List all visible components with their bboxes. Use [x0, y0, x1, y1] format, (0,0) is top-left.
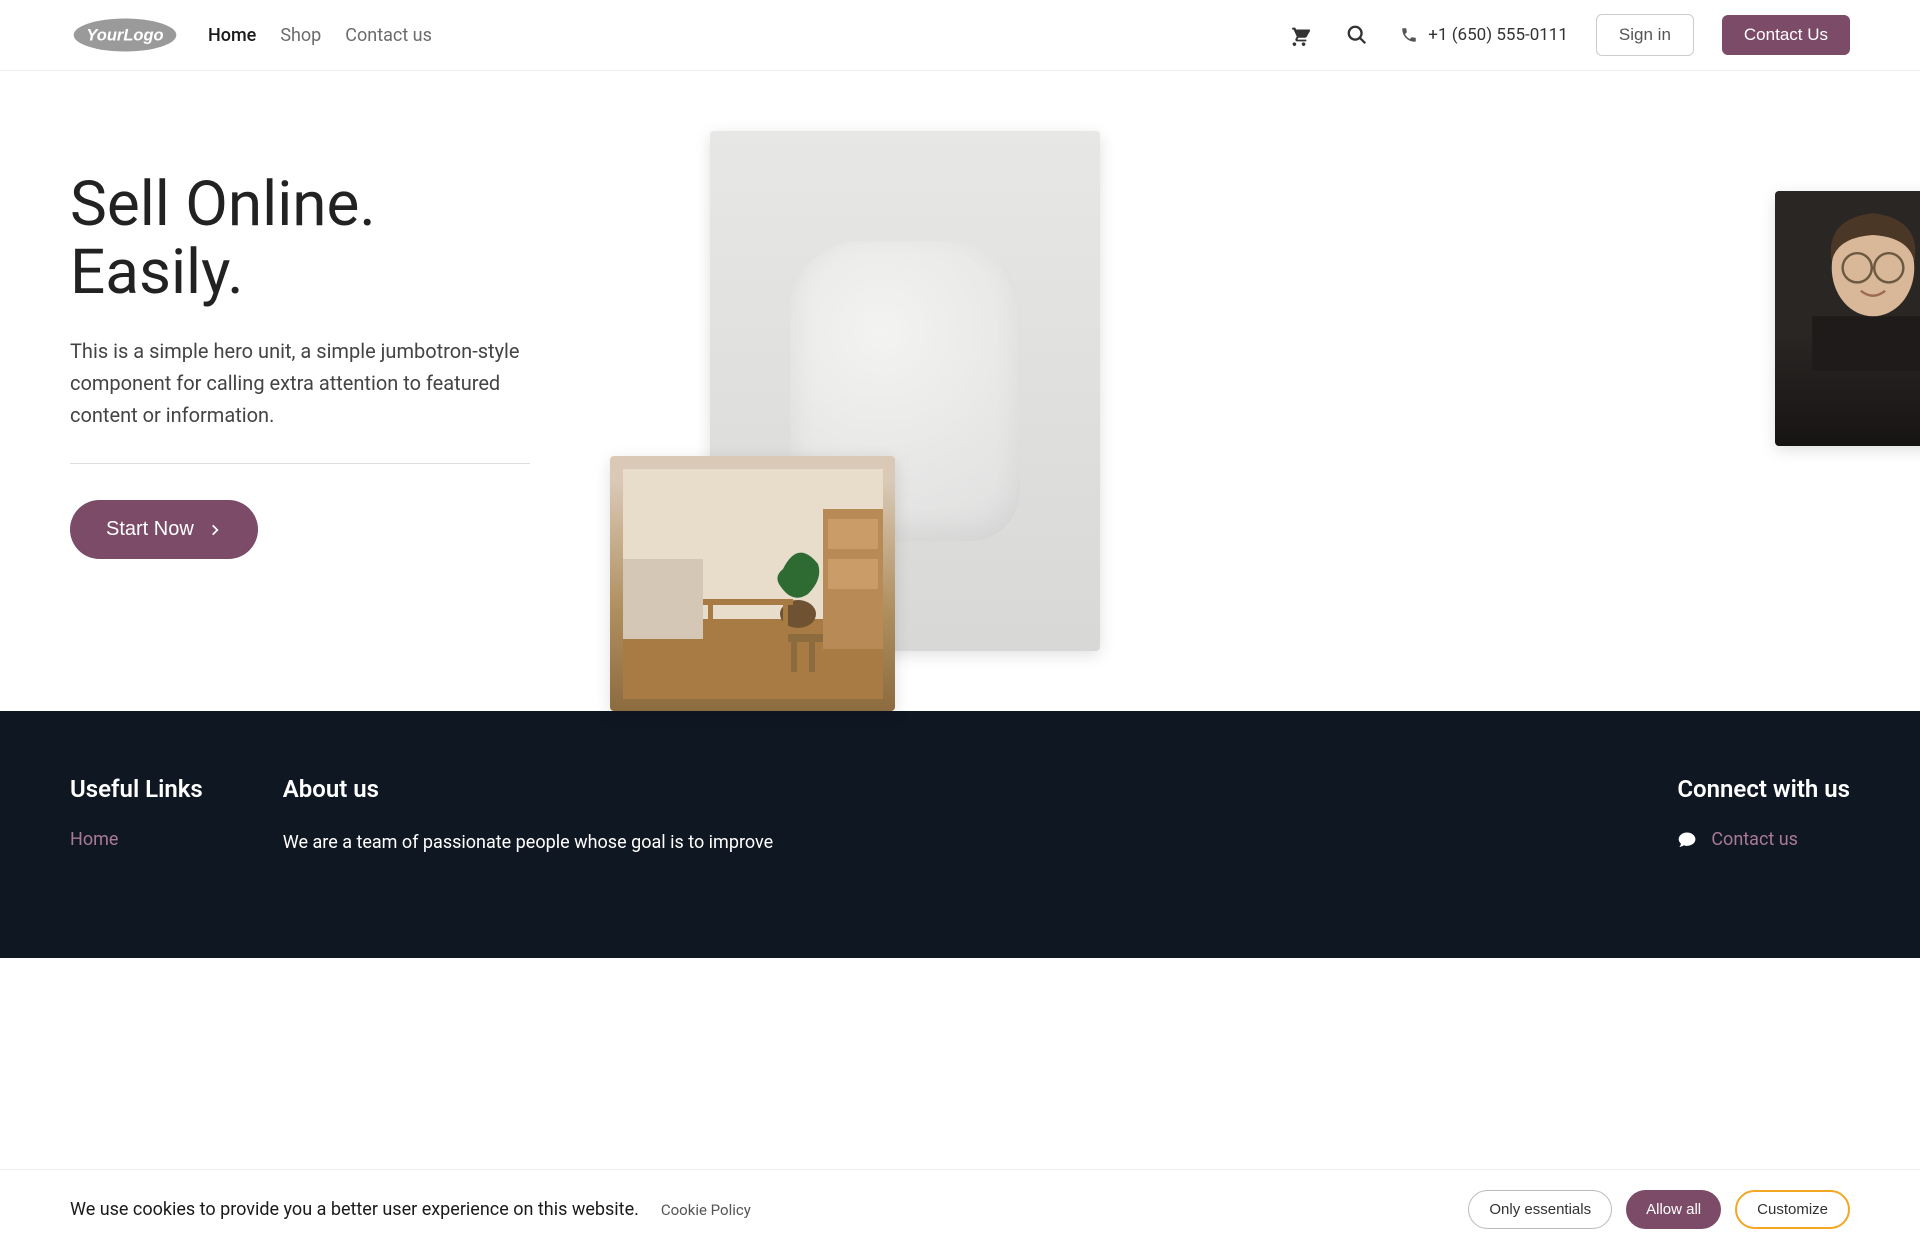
hero-title-line1: Sell Online.	[70, 168, 376, 241]
cart-icon[interactable]	[1284, 20, 1314, 50]
header-right: +1 (650) 555-0111 Sign in Contact Us	[1284, 14, 1850, 56]
cookie-text: We use cookies to provide you a better u…	[70, 1199, 639, 1220]
cta-label: Start Now	[106, 518, 194, 541]
customize-button[interactable]: Customize	[1735, 1190, 1850, 1229]
hero-description: This is a simple hero unit, a simple jum…	[70, 335, 530, 431]
logo[interactable]: YourLogo	[70, 16, 180, 54]
connect-title: Connect with us	[1677, 775, 1850, 803]
cookie-actions: Only essentials Allow all Customize	[1468, 1190, 1850, 1229]
hero-images	[590, 131, 1850, 671]
footer-useful-links: Useful Links Home	[70, 775, 203, 858]
footer-about: About us We are a team of passionate peo…	[283, 775, 803, 858]
footer-connect: Connect with us Contact us	[1677, 775, 1850, 858]
hero-section: Sell Online. Easily. This is a simple he…	[0, 71, 1920, 671]
nav-contact[interactable]: Contact us	[345, 25, 432, 46]
phone-icon	[1400, 26, 1418, 44]
hero-title-line2: Easily.	[70, 236, 244, 309]
speech-bubble-icon	[1677, 830, 1697, 850]
hero-title: Sell Online. Easily.	[70, 171, 550, 307]
site-header: YourLogo Home Shop Contact us +1 (650) 5…	[0, 0, 1920, 71]
site-footer: Useful Links Home About us We are a team…	[0, 711, 1920, 958]
phone-number[interactable]: +1 (650) 555-0111	[1428, 25, 1568, 45]
search-icon[interactable]	[1342, 20, 1372, 50]
nav-home[interactable]: Home	[208, 25, 256, 46]
footer-contact-link[interactable]: Contact us	[1711, 829, 1798, 850]
nav-shop[interactable]: Shop	[280, 25, 321, 46]
hero-image-room	[610, 456, 895, 711]
about-title: About us	[283, 775, 803, 803]
cookie-bar: We use cookies to provide you a better u…	[0, 1169, 1920, 1249]
contact-us-button[interactable]: Contact Us	[1722, 15, 1850, 55]
header-left: YourLogo Home Shop Contact us	[70, 16, 432, 54]
hero-image-person	[1775, 191, 1920, 446]
only-essentials-button[interactable]: Only essentials	[1468, 1190, 1612, 1229]
allow-all-button[interactable]: Allow all	[1626, 1190, 1721, 1229]
about-text: We are a team of passionate people whose…	[283, 829, 803, 858]
signin-button[interactable]: Sign in	[1596, 14, 1694, 56]
useful-links-title: Useful Links	[70, 775, 203, 803]
hero-divider	[70, 463, 530, 464]
footer-columns: Useful Links Home About us We are a team…	[70, 775, 1850, 858]
connect-row: Contact us	[1677, 829, 1850, 850]
footer-link-home[interactable]: Home	[70, 829, 203, 850]
phone-group: +1 (650) 555-0111	[1400, 25, 1568, 45]
start-now-button[interactable]: Start Now	[70, 500, 258, 559]
main-nav: Home Shop Contact us	[208, 25, 432, 46]
chevron-right-icon	[208, 523, 222, 537]
hero-text: Sell Online. Easily. This is a simple he…	[70, 131, 550, 671]
cookie-policy-link[interactable]: Cookie Policy	[661, 1201, 751, 1219]
svg-text:YourLogo: YourLogo	[86, 27, 163, 45]
